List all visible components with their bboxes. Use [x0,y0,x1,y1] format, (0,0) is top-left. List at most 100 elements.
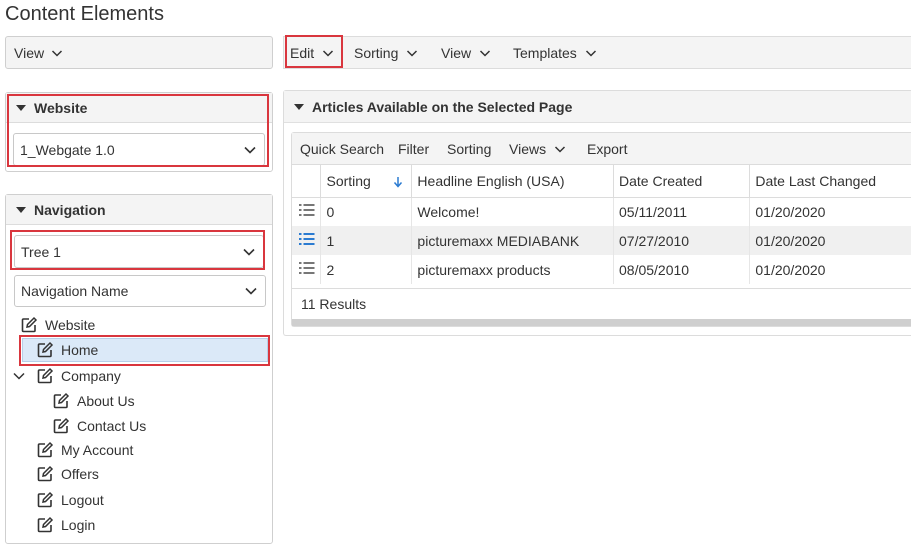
left-view-dropdown[interactable]: View [5,36,273,69]
tree-item-label: Login [61,517,96,533]
edit-icon [36,516,54,534]
horizontal-scrollbar[interactable] [292,319,911,326]
column-header-label: Date Last Changed [755,172,877,189]
chevron-down-icon [245,285,257,297]
tree-item-contact-us[interactable]: Contact Us [52,415,146,437]
chevron-down-icon [244,144,256,156]
articles-table: Sorting Headline English (USA) Date Crea… [292,165,911,284]
sort-arrow-down-icon [393,173,403,189]
cell-sorting: 0 [320,197,413,226]
website-select[interactable]: 1_Webgate 1.0 [13,133,265,166]
tree-item-login[interactable]: Login [36,514,95,536]
tree-select[interactable]: Tree 1 [14,235,264,268]
articles-panel-header[interactable]: Articles Available on the Selected Page [284,91,911,123]
tree-item-offers[interactable]: Offers [36,463,99,485]
chevron-down-icon [585,47,597,59]
edit-icon [52,392,70,410]
triangle-down-icon [294,103,304,110]
quick-search-button[interactable]: Quick Search [300,133,384,165]
cell-headline: picturemaxx MEDIABANK [411,226,614,255]
table-row[interactable]: 0 Welcome! 05/11/2011 01/20/2020 [292,197,911,226]
sorting-menu-label: Sorting [354,44,399,61]
quick-search-label: Quick Search [300,141,385,157]
view-menu-label: View [441,44,472,61]
edit-menu[interactable]: Edit [290,37,334,68]
edit-icon [52,417,70,435]
chevron-down-icon [51,47,63,59]
grid-toolbar: Quick Search Filter Sorting Views Export [292,133,911,165]
view-menu[interactable]: View [441,37,491,68]
row-drag-handle[interactable] [292,197,322,226]
table-row[interactable]: 2 picturemaxx products 08/05/2010 01/20/… [292,255,911,284]
results-count: 11 Results [292,288,911,319]
tree-item-label: Home [61,342,99,358]
chevron-down-icon[interactable] [12,369,26,383]
row-drag-handle[interactable] [292,255,322,284]
edit-icon [36,367,54,385]
table-header-row: Sorting Headline English (USA) Date Crea… [292,165,911,198]
column-header-label: Headline English (USA) [417,172,565,189]
navigation-name-select-value: Navigation Name [21,283,129,299]
website-select-value: 1_Webgate 1.0 [20,141,115,158]
tree-item-label: Offers [61,466,99,482]
cell-date-created: 07/27/2010 [613,226,751,255]
tree-item-website[interactable]: Website [20,314,95,336]
chevron-down-icon [243,246,255,258]
triangle-down-icon [16,104,26,111]
tree-item-label: Website [45,317,96,333]
cell-date-changed: 01/20/2020 [749,197,911,226]
tree-item-label: Company [61,368,121,384]
articles-panel: Articles Available on the Selected Page … [283,90,911,336]
tree-select-value: Tree 1 [21,243,61,260]
edit-icon [36,491,54,509]
cell-date-changed: 01/20/2020 [749,255,911,284]
grid-sorting-button[interactable]: Sorting [447,133,491,165]
cell-date-created: 08/05/2010 [613,255,751,284]
list-icon [299,233,315,249]
templates-menu[interactable]: Templates [513,37,597,68]
tree-item-logout[interactable]: Logout [36,489,104,511]
tree-item-label: Contact Us [77,418,147,434]
tree-item-label: Logout [61,492,104,508]
column-header-headline[interactable]: Headline English (USA) [411,165,614,198]
tree-item-label: My Account [61,442,134,458]
chevron-down-icon [554,143,566,155]
views-label: Views [509,141,547,157]
edit-icon [36,441,54,459]
tree-item-about-us[interactable]: About Us [52,390,135,412]
column-header-sorting[interactable]: Sorting [320,165,413,198]
templates-menu-label: Templates [513,44,577,61]
chevron-down-icon [322,47,334,59]
table-row[interactable]: 1 picturemaxx MEDIABANK 07/27/2010 01/20… [292,226,911,255]
filter-button[interactable]: Filter [398,133,429,165]
website-panel: Website 1_Webgate 1.0 [5,92,273,172]
tree-item-company[interactable]: Company [12,365,121,387]
tree-item-home[interactable]: Home [22,338,268,362]
grid-sorting-label: Sorting [447,141,492,157]
export-button[interactable]: Export [587,133,627,165]
triangle-down-icon [16,206,26,213]
cell-sorting: 2 [320,255,413,284]
edit-icon [36,341,54,359]
column-header-date-created[interactable]: Date Created [613,165,751,198]
edit-menu-label: Edit [290,44,315,61]
navigation-name-select[interactable]: Navigation Name [14,275,266,307]
left-view-label: View [14,44,45,61]
articles-grid: Quick Search Filter Sorting Views Export [291,132,911,327]
row-drag-handle[interactable] [292,226,322,255]
column-header-date-changed[interactable]: Date Last Changed [749,165,911,198]
navigation-panel-header[interactable]: Navigation [6,195,272,225]
cell-date-created: 05/11/2011 [613,197,751,226]
cell-headline: picturemaxx products [411,255,614,284]
website-panel-header[interactable]: Website [6,93,272,123]
tree-item-my-account[interactable]: My Account [36,439,133,461]
sorting-menu[interactable]: Sorting [354,37,418,68]
page-title: Content Elements [5,3,164,25]
articles-panel-title: Articles Available on the Selected Page [312,98,573,115]
views-menu[interactable]: Views [509,133,566,165]
chevron-down-icon [479,47,491,59]
cell-date-changed: 01/20/2020 [749,226,911,255]
cell-headline: Welcome! [411,197,614,226]
export-label: Export [587,141,628,157]
column-header-label: Sorting [326,172,371,189]
